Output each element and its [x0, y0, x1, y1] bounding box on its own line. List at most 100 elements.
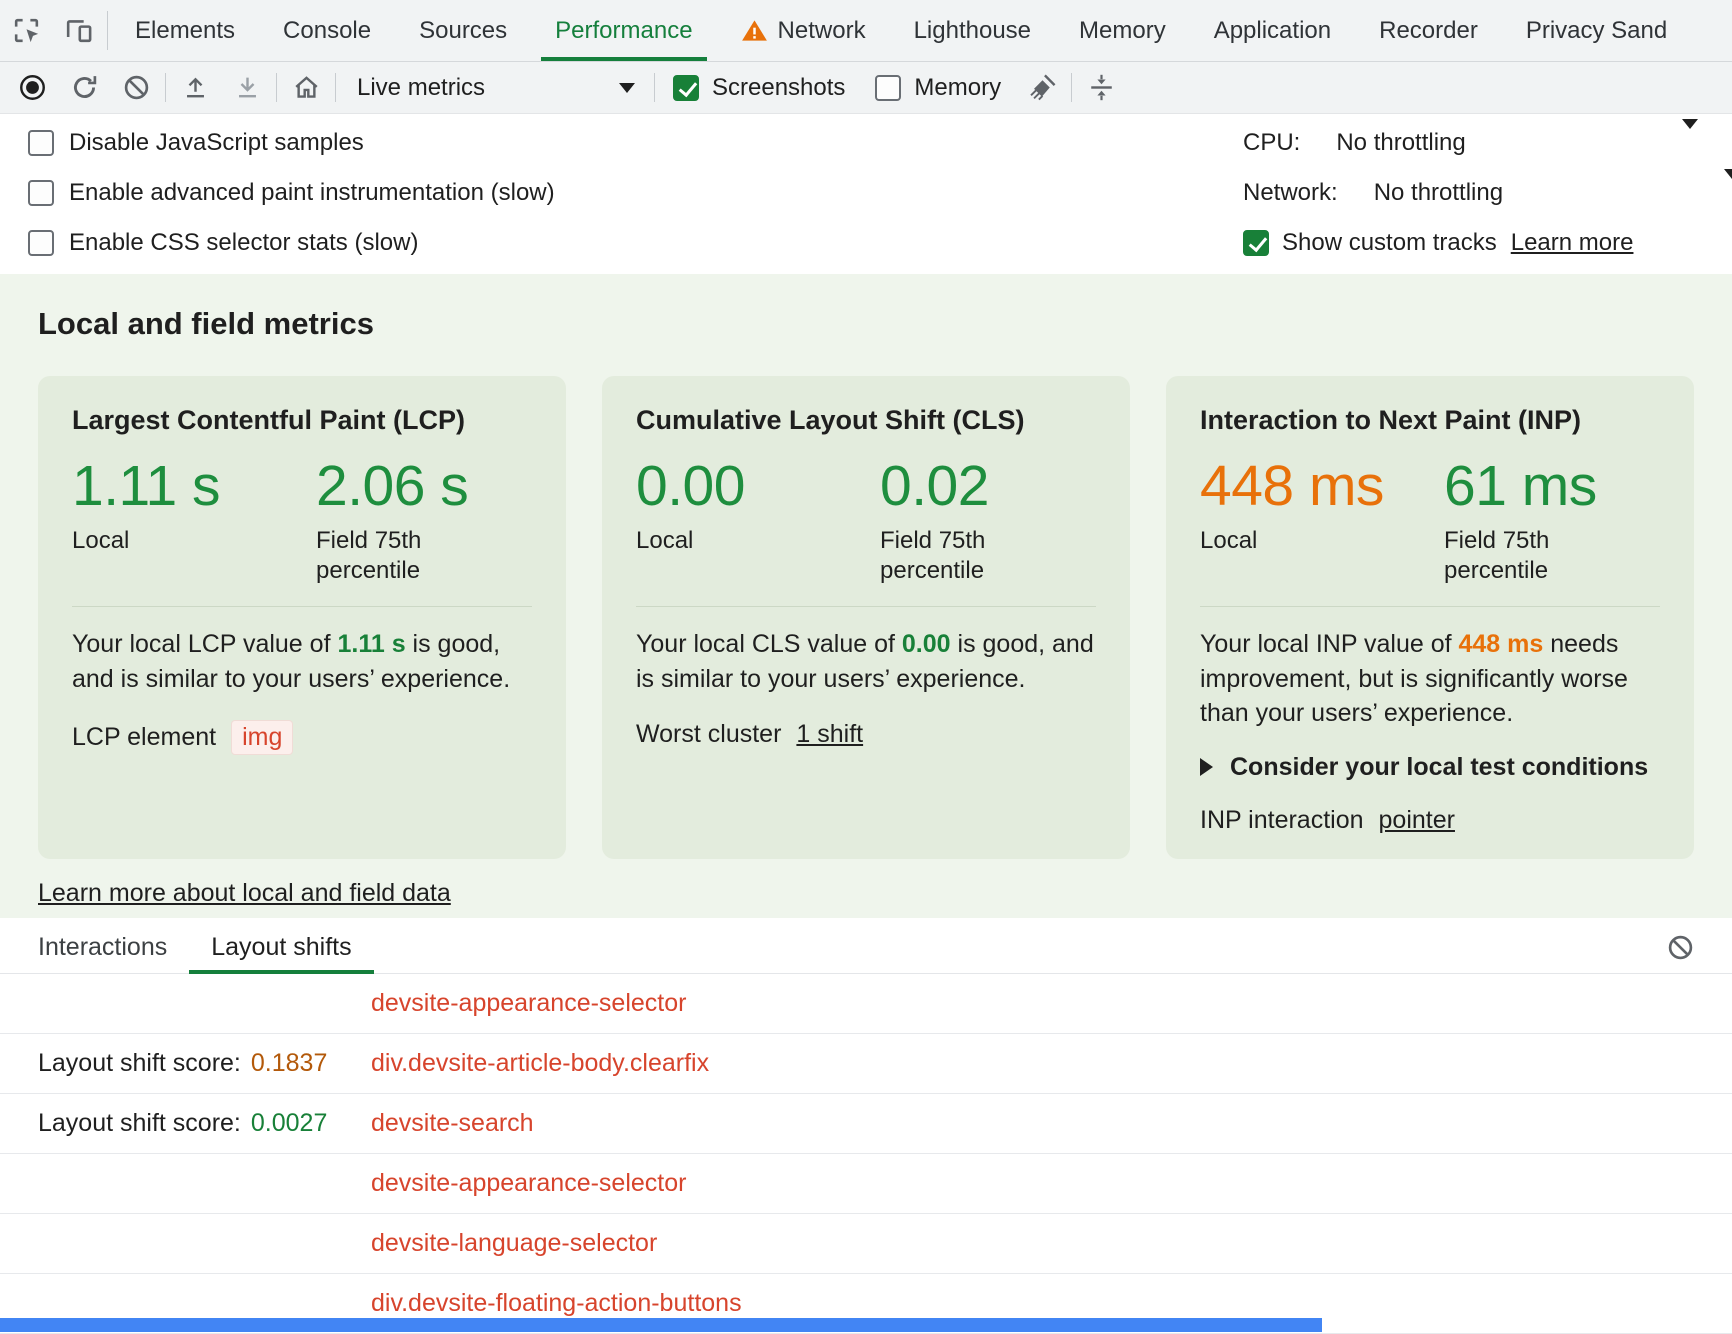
tab-layout-shifts[interactable]: Layout shifts: [189, 922, 373, 973]
home-button[interactable]: [280, 65, 332, 111]
screenshots-checkbox[interactable]: [673, 75, 699, 101]
css-selector-stats-checkbox[interactable]: [28, 230, 54, 256]
tab-label: Lighthouse: [914, 17, 1031, 45]
clear-recording-button[interactable]: [110, 65, 162, 111]
broom-icon: [1028, 73, 1057, 102]
screenshots-toggle[interactable]: Screenshots: [658, 74, 860, 102]
network-throttling-select[interactable]: No throttling: [1374, 179, 1503, 207]
lcp-metric-card: Largest Contentful Paint (LCP) 1.11 s Lo…: [38, 376, 566, 859]
tab-label: Network: [778, 17, 866, 45]
show-custom-tracks-checkbox[interactable]: [1243, 230, 1269, 256]
card-divider: [636, 606, 1096, 607]
save-profile-button[interactable]: [221, 65, 273, 111]
inp-interaction-link[interactable]: pointer: [1379, 806, 1455, 835]
custom-tracks-learn-more-link[interactable]: Learn more: [1511, 229, 1634, 257]
metric-cards: Largest Contentful Paint (LCP) 1.11 s Lo…: [38, 376, 1694, 859]
warning-icon: [741, 17, 768, 44]
tab-performance[interactable]: Performance: [531, 0, 716, 61]
layout-shift-row[interactable]: devsite-appearance-selector: [0, 974, 1732, 1034]
load-profile-button[interactable]: [169, 65, 221, 111]
disable-js-samples-toggle[interactable]: Disable JavaScript samples: [14, 118, 569, 168]
cpu-throttling-select[interactable]: No throttling: [1336, 129, 1465, 157]
advanced-paint-instrumentation-toggle[interactable]: Enable advanced paint instrumentation (s…: [14, 168, 569, 218]
view-mode-select[interactable]: Live metrics: [339, 62, 651, 113]
local-label: Local: [1200, 526, 1350, 556]
chevron-down-icon[interactable]: [1724, 179, 1732, 207]
lcp-element-node-link[interactable]: img: [231, 720, 293, 755]
layout-shift-score: 0.0027: [251, 1109, 327, 1138]
collect-garbage-button[interactable]: [1016, 65, 1068, 111]
performance-toolbar: Live metrics Screenshots Memory: [0, 62, 1732, 114]
field-label: Field 75th percentile: [1444, 526, 1594, 586]
layout-shift-row[interactable]: Layout shift score:0.1837 div.devsite-ar…: [0, 1034, 1732, 1094]
inp-description: Your local INP value of 448 ms needs imp…: [1200, 627, 1660, 731]
element-node-link[interactable]: div.devsite-floating-action-buttons: [371, 1289, 742, 1318]
score-label: Layout shift score:: [38, 1109, 241, 1138]
disable-js-samples-checkbox[interactable]: [28, 130, 54, 156]
inp-local-value: 448 ms: [1200, 458, 1444, 515]
clear-log-button[interactable]: [1658, 925, 1702, 969]
tab-elements[interactable]: Elements: [111, 0, 259, 61]
element-node-link[interactable]: devsite-appearance-selector: [371, 989, 686, 1018]
advanced-paint-instrumentation-checkbox[interactable]: [28, 180, 54, 206]
inp-field-value: 61 ms: [1444, 458, 1597, 515]
local-label: Local: [636, 526, 786, 556]
tab-recorder[interactable]: Recorder: [1355, 0, 1502, 61]
inspect-element-button[interactable]: [0, 0, 52, 61]
tab-label: Memory: [1079, 17, 1166, 45]
collapse-panel-button[interactable]: [1075, 65, 1127, 111]
learn-more-field-data-link[interactable]: Learn more about local and field data: [38, 879, 451, 908]
cpu-throttling-row: CPU: No throttling: [1243, 118, 1732, 168]
memory-toggle[interactable]: Memory: [860, 74, 1016, 102]
tab-privacy-sandbox[interactable]: Privacy Sand: [1502, 0, 1691, 61]
lcp-element-label: LCP element: [72, 723, 216, 752]
card-divider: [1200, 606, 1660, 607]
vertical-divider: [165, 73, 166, 102]
element-node-link[interactable]: devsite-search: [371, 1109, 534, 1138]
layout-shift-row[interactable]: Layout shift score: 0.0027 devsite-search: [0, 1094, 1732, 1154]
reload-and-record-button[interactable]: [58, 65, 110, 111]
inp-interaction-label: INP interaction: [1200, 806, 1364, 835]
card-title: Cumulative Layout Shift (CLS): [636, 404, 1096, 436]
score-label: Layout shift score:: [38, 1049, 241, 1078]
inp-interaction-row: INP interaction pointer: [1200, 806, 1660, 835]
live-metrics-log: Interactions Layout shifts devsite-appea…: [0, 918, 1732, 1334]
element-node-link[interactable]: div.devsite-article-body.clearfix: [371, 1049, 709, 1078]
layout-shift-row[interactable]: devsite-language-selector: [0, 1214, 1732, 1274]
consider-local-test-conditions-toggle[interactable]: Consider your local test conditions: [1200, 753, 1660, 782]
element-node-link[interactable]: devsite-language-selector: [371, 1229, 657, 1258]
tab-interactions[interactable]: Interactions: [18, 922, 189, 973]
metric-values: 448 ms Local 61 ms Field 75th percentile: [1200, 458, 1660, 586]
chevron-down-icon[interactable]: [1682, 129, 1698, 157]
metric-values: 0.00 Local 0.02 Field 75th percentile: [636, 458, 1096, 586]
tab-sources[interactable]: Sources: [395, 0, 531, 61]
device-toolbar-button[interactable]: [52, 0, 104, 61]
vertical-divider: [276, 73, 277, 102]
tab-console[interactable]: Console: [259, 0, 395, 61]
element-node-link[interactable]: devsite-appearance-selector: [371, 1169, 686, 1198]
card-divider: [72, 606, 532, 607]
tab-label: Console: [283, 17, 371, 45]
record-button[interactable]: [6, 65, 58, 111]
reload-icon: [70, 73, 99, 102]
worst-cluster-link[interactable]: 1 shift: [796, 720, 863, 749]
tab-label: Elements: [135, 17, 235, 45]
chevron-down-icon: [619, 83, 635, 93]
clear-icon: [1666, 933, 1695, 962]
show-custom-tracks-toggle[interactable]: Show custom tracks: [1243, 229, 1497, 257]
field-label: Field 75th percentile: [316, 526, 466, 586]
css-selector-stats-toggle[interactable]: Enable CSS selector stats (slow): [14, 218, 569, 268]
tab-memory[interactable]: Memory: [1055, 0, 1190, 61]
vertical-divider: [1071, 73, 1072, 102]
cls-inline-value: 0.00: [902, 630, 951, 658]
layout-shift-row[interactable]: devsite-appearance-selector: [0, 1154, 1732, 1214]
collapse-icon: [1087, 73, 1116, 102]
tab-label: Application: [1214, 17, 1331, 45]
memory-checkbox[interactable]: [875, 75, 901, 101]
tab-network[interactable]: Network: [717, 0, 890, 61]
lcp-description: Your local LCP value of 1.11 s is good, …: [72, 627, 532, 696]
lcp-inline-value: 1.11 s: [337, 630, 405, 658]
disclosure-triangle-icon: [1200, 758, 1213, 776]
tab-lighthouse[interactable]: Lighthouse: [890, 0, 1055, 61]
tab-application[interactable]: Application: [1190, 0, 1355, 61]
